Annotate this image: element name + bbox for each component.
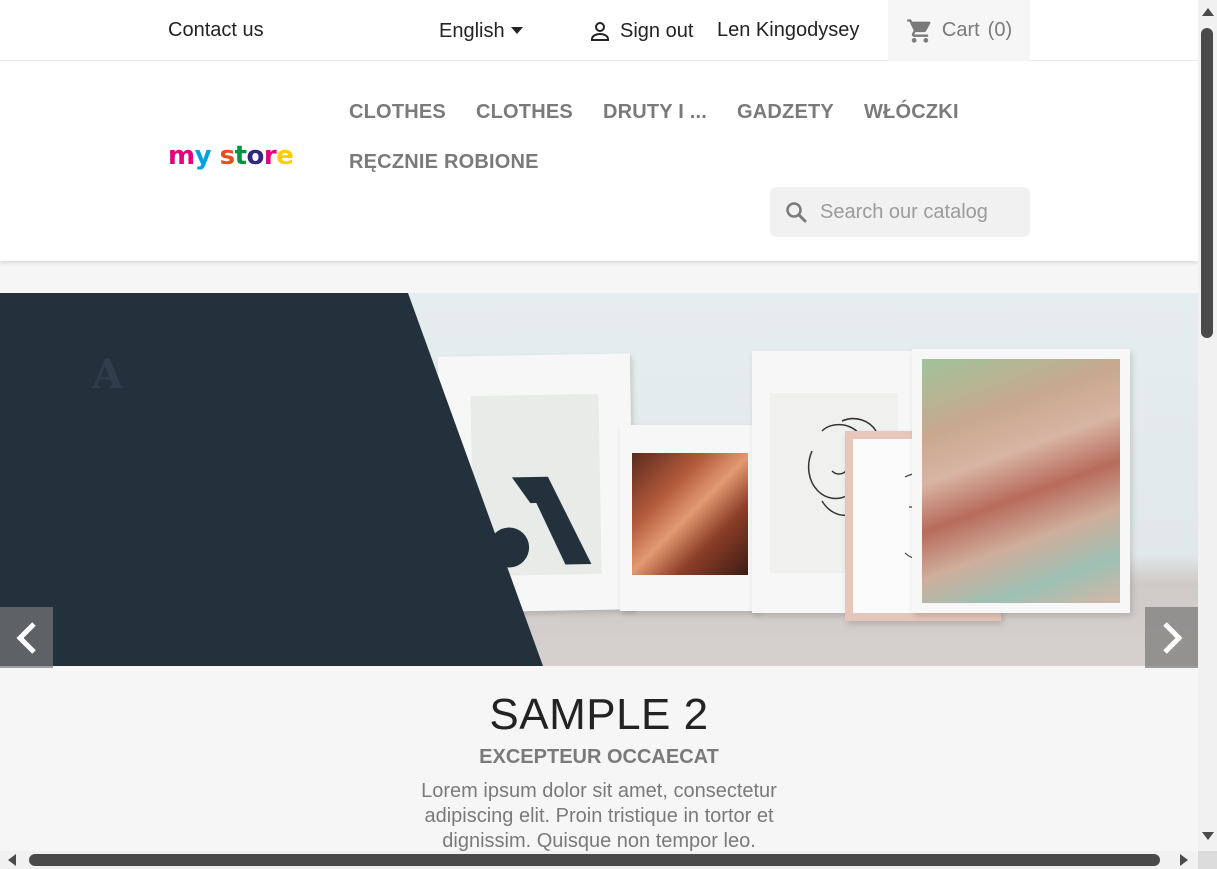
menu-item-gadzety[interactable]: GADZETY: [737, 97, 834, 127]
frame-grand-canyon-map: [912, 349, 1130, 613]
top-bar: Contact us English Sign out Len Kingodys…: [0, 0, 1198, 61]
scrollbar-corner: [1198, 851, 1217, 869]
contact-us-link[interactable]: Contact us: [168, 19, 264, 42]
scroll-up-arrow-icon[interactable]: [1202, 8, 1214, 16]
search-input[interactable]: [820, 200, 1010, 224]
scroll-down-arrow-icon[interactable]: [1202, 832, 1214, 840]
caret-down-icon: [510, 27, 523, 34]
cart-count: (0): [987, 19, 1013, 41]
menu-item-clothes-2[interactable]: CLOTHES: [476, 97, 573, 127]
slide-description: Lorem ipsum dolor sit amet, consectetur …: [421, 780, 777, 852]
frame-canyon-photo: [620, 425, 760, 611]
account-link[interactable]: Len Kingodysey: [717, 19, 859, 42]
sign-out-label: Sign out: [620, 19, 694, 42]
horizontal-scroll-thumb[interactable]: [29, 854, 1160, 866]
cart-button[interactable]: Cart (0): [888, 0, 1030, 61]
cart-label: Cart: [941, 19, 980, 41]
sign-out-link[interactable]: Sign out: [588, 19, 693, 43]
person-icon: [591, 22, 609, 41]
search-icon[interactable]: [784, 200, 808, 224]
search-box: [770, 187, 1030, 237]
store-logo[interactable]: my store: [168, 141, 294, 171]
chevron-left-icon: [15, 621, 36, 654]
menu-item-recznie-robione[interactable]: RĘCZNIE ROBIONE: [349, 147, 539, 177]
shopping-cart-icon: [907, 18, 931, 43]
scroll-right-arrow-icon[interactable]: [1180, 854, 1188, 866]
menu-item-druty[interactable]: DRUTY I ...: [603, 97, 707, 127]
carousel-next-button[interactable]: [1145, 607, 1198, 668]
vertical-scroll-thumb[interactable]: [1201, 28, 1213, 338]
slide-subtitle: EXCEPTEUR OCCAECAT: [479, 746, 719, 768]
main-menu: CLOTHES CLOTHES DRUTY I ... GADZETY WŁÓC…: [349, 97, 969, 177]
vertical-scrollbar[interactable]: [1198, 0, 1217, 851]
slide-caption: SAMPLE 2 EXCEPTEUR OCCAECAT Lorem ipsum …: [0, 666, 1198, 854]
menu-item-wloczki[interactable]: WŁÓCZKI: [864, 97, 959, 127]
language-label: English: [439, 20, 505, 42]
carousel-slide-image[interactable]: A: [0, 293, 1198, 666]
brand-watermark-icon: A: [92, 351, 124, 398]
menu-item-clothes[interactable]: CLOTHES: [349, 97, 446, 127]
carousel-prev-button[interactable]: [0, 607, 53, 668]
horizontal-scrollbar[interactable]: [0, 851, 1198, 869]
chevron-right-icon: [1162, 621, 1183, 654]
language-dropdown[interactable]: English: [439, 20, 523, 43]
slide-title: SAMPLE 2: [489, 690, 709, 739]
site-header: my store CLOTHES CLOTHES DRUTY I ... GAD…: [0, 61, 1198, 261]
scroll-left-arrow-icon[interactable]: [8, 854, 16, 866]
